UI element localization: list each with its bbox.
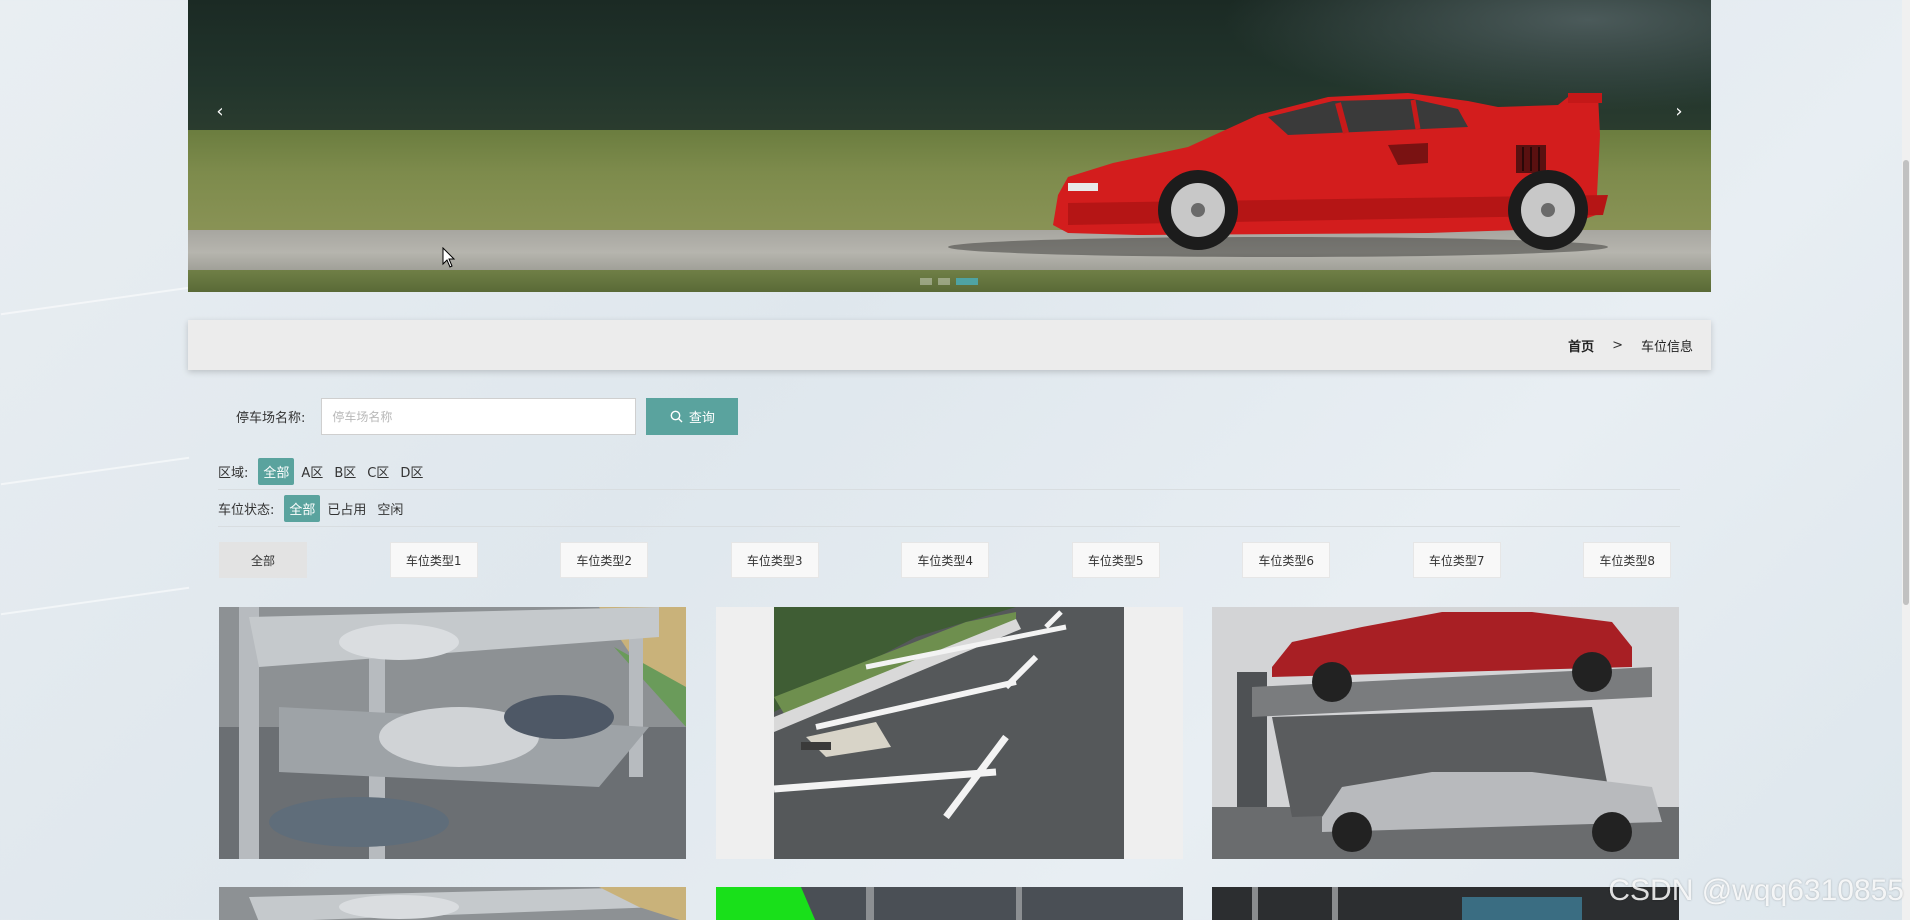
- scrollbar-thumb[interactable]: [1903, 160, 1909, 605]
- chevron-left-icon: ‹: [216, 101, 224, 122]
- status-option-all[interactable]: 全部: [284, 494, 321, 522]
- green-screen-image: [716, 887, 1183, 920]
- search-icon: [670, 410, 683, 423]
- status-filter-label: 车位状态:: [218, 502, 275, 518]
- parking-space-card[interactable]: [219, 887, 686, 920]
- carousel-indicators: [920, 278, 978, 285]
- carousel-prev-button[interactable]: ‹: [210, 100, 230, 124]
- status-filter: 车位状态: 全部 已占用 空闲: [218, 490, 1680, 527]
- carousel-indicator[interactable]: [938, 278, 950, 285]
- carousel-next-button[interactable]: ›: [1669, 100, 1689, 124]
- area-option-c[interactable]: C区: [363, 458, 393, 485]
- category-tabs: 全部 车位类型1 车位类型2 车位类型3 车位类型4 车位类型5 车位类型6 车…: [219, 542, 1671, 578]
- category-tab-type6[interactable]: 车位类型6: [1242, 542, 1330, 578]
- category-tab-type1[interactable]: 车位类型1: [389, 542, 478, 578]
- parking-name-input[interactable]: [321, 398, 637, 435]
- background-streak: [0, 286, 190, 316]
- parking-space-card[interactable]: [219, 607, 686, 859]
- breadcrumb: 首页 > 车位信息: [188, 320, 1711, 370]
- search-form: 停车场名称: 查询: [236, 398, 739, 435]
- background-streak: [0, 456, 190, 486]
- category-tab-type3[interactable]: 车位类型3: [730, 542, 819, 578]
- category-tab-all[interactable]: 全部: [219, 542, 307, 578]
- area-filter-label: 区域:: [218, 465, 249, 481]
- hero-carousel[interactable]: ‹ ›: [188, 0, 1711, 292]
- background-streak: [0, 586, 190, 616]
- chevron-right-icon: ›: [1675, 101, 1683, 122]
- area-option-d[interactable]: D区: [396, 458, 427, 485]
- parking-lot-markings-image: [716, 607, 1183, 859]
- breadcrumb-current: 车位信息: [1640, 339, 1693, 355]
- breadcrumb-home-link[interactable]: 首页: [1568, 336, 1594, 355]
- category-tab-type7[interactable]: 车位类型7: [1412, 542, 1501, 578]
- category-tab-type8[interactable]: 车位类型8: [1583, 542, 1671, 578]
- area-option-a[interactable]: A区: [297, 458, 327, 485]
- carousel-indicator[interactable]: [920, 278, 932, 285]
- multi-level-parking-lift-image: [219, 607, 686, 859]
- area-option-b[interactable]: B区: [330, 458, 360, 485]
- status-option-occupied[interactable]: 已占用: [323, 495, 370, 522]
- breadcrumb-separator: >: [1612, 337, 1623, 353]
- watermark: CSDN @wqq6310855: [1608, 874, 1904, 907]
- category-tab-type5[interactable]: 车位类型5: [1071, 542, 1160, 578]
- search-button-label: 查询: [688, 411, 715, 426]
- red-sports-car-image: [948, 93, 1608, 257]
- car-stacker-lift-image: [1212, 607, 1679, 859]
- multi-level-parking-lift-image: [219, 887, 686, 920]
- category-tab-type2[interactable]: 车位类型2: [560, 542, 648, 578]
- carousel-indicator-active[interactable]: [956, 278, 978, 285]
- parking-space-card[interactable]: [716, 887, 1183, 920]
- parking-space-card[interactable]: [716, 607, 1183, 859]
- page-scrollbar[interactable]: [1902, 0, 1910, 920]
- status-option-free[interactable]: 空闲: [373, 495, 407, 522]
- parking-name-label: 停车场名称:: [236, 411, 306, 426]
- category-tab-type4[interactable]: 车位类型4: [901, 542, 989, 578]
- area-option-all[interactable]: 全部: [258, 457, 295, 485]
- area-filter: 区域: 全部 A区 B区 C区 D区: [218, 453, 1680, 490]
- mouse-cursor-icon: [442, 247, 456, 268]
- parking-space-card[interactable]: [1212, 607, 1679, 859]
- search-button[interactable]: 查询: [646, 398, 739, 435]
